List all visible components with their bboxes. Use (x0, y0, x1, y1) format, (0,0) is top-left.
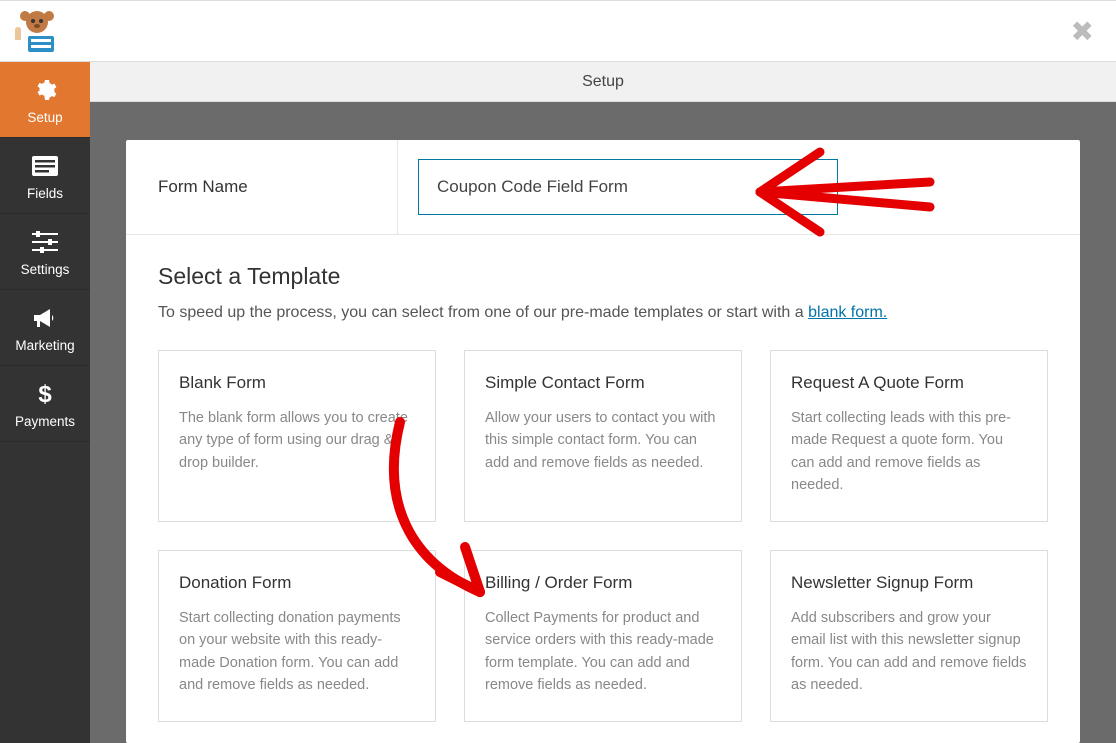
form-name-label: Form Name (126, 140, 398, 234)
wpforms-logo (8, 7, 66, 55)
page-title: Setup (90, 62, 1116, 102)
dollar-icon: $ (0, 380, 90, 408)
sidebar-item-setup[interactable]: Setup (0, 62, 90, 138)
close-button[interactable]: ✖ (1061, 11, 1104, 52)
sidebar-item-label: Marketing (0, 338, 90, 353)
template-desc: Start collecting donation payments on yo… (179, 607, 415, 697)
template-card-simple-contact[interactable]: Simple Contact Form Allow your users to … (464, 350, 742, 522)
template-desc: Add subscribers and grow your email list… (791, 607, 1027, 697)
template-title: Simple Contact Form (485, 373, 721, 393)
template-title: Donation Form (179, 573, 415, 593)
sidebar-item-marketing[interactable]: Marketing (0, 290, 90, 366)
template-desc: Start collecting leads with this pre-mad… (791, 407, 1027, 497)
list-icon (0, 152, 90, 180)
sliders-icon (0, 228, 90, 256)
sidebar-item-settings[interactable]: Settings (0, 214, 90, 290)
template-description-text: To speed up the process, you can select … (158, 304, 808, 321)
template-desc: Allow your users to contact you with thi… (485, 407, 721, 474)
sidebar-item-label: Payments (0, 414, 90, 429)
template-title: Billing / Order Form (485, 573, 721, 593)
template-card-newsletter[interactable]: Newsletter Signup Form Add subscribers a… (770, 550, 1048, 722)
close-icon: ✖ (1071, 16, 1094, 47)
template-description: To speed up the process, you can select … (158, 304, 1048, 322)
bullhorn-icon (0, 304, 90, 332)
sidebar-item-label: Fields (0, 186, 90, 201)
form-name-input[interactable] (418, 159, 838, 215)
blank-form-link[interactable]: blank form. (808, 304, 887, 321)
sidebar: Setup Fields Settings Marketing $ Paymen… (0, 62, 90, 743)
sidebar-item-label: Settings (0, 262, 90, 277)
sidebar-item-fields[interactable]: Fields (0, 138, 90, 214)
svg-text:$: $ (38, 381, 52, 407)
gear-icon (0, 76, 90, 104)
template-card-billing-order[interactable]: Billing / Order Form Collect Payments fo… (464, 550, 742, 722)
template-heading: Select a Template (158, 263, 1048, 290)
sidebar-item-payments[interactable]: $ Payments (0, 366, 90, 442)
template-title: Newsletter Signup Form (791, 573, 1027, 593)
template-card-request-quote[interactable]: Request A Quote Form Start collecting le… (770, 350, 1048, 522)
top-bar: ✖ (0, 0, 1116, 62)
template-title: Blank Form (179, 373, 415, 393)
template-title: Request A Quote Form (791, 373, 1027, 393)
sidebar-item-label: Setup (0, 110, 90, 125)
setup-panel: Form Name Select a Template To speed up … (126, 140, 1080, 743)
template-card-donation[interactable]: Donation Form Start collecting donation … (158, 550, 436, 722)
template-desc: The blank form allows you to create any … (179, 407, 415, 474)
template-desc: Collect Payments for product and service… (485, 607, 721, 697)
template-card-blank-form[interactable]: Blank Form The blank form allows you to … (158, 350, 436, 522)
